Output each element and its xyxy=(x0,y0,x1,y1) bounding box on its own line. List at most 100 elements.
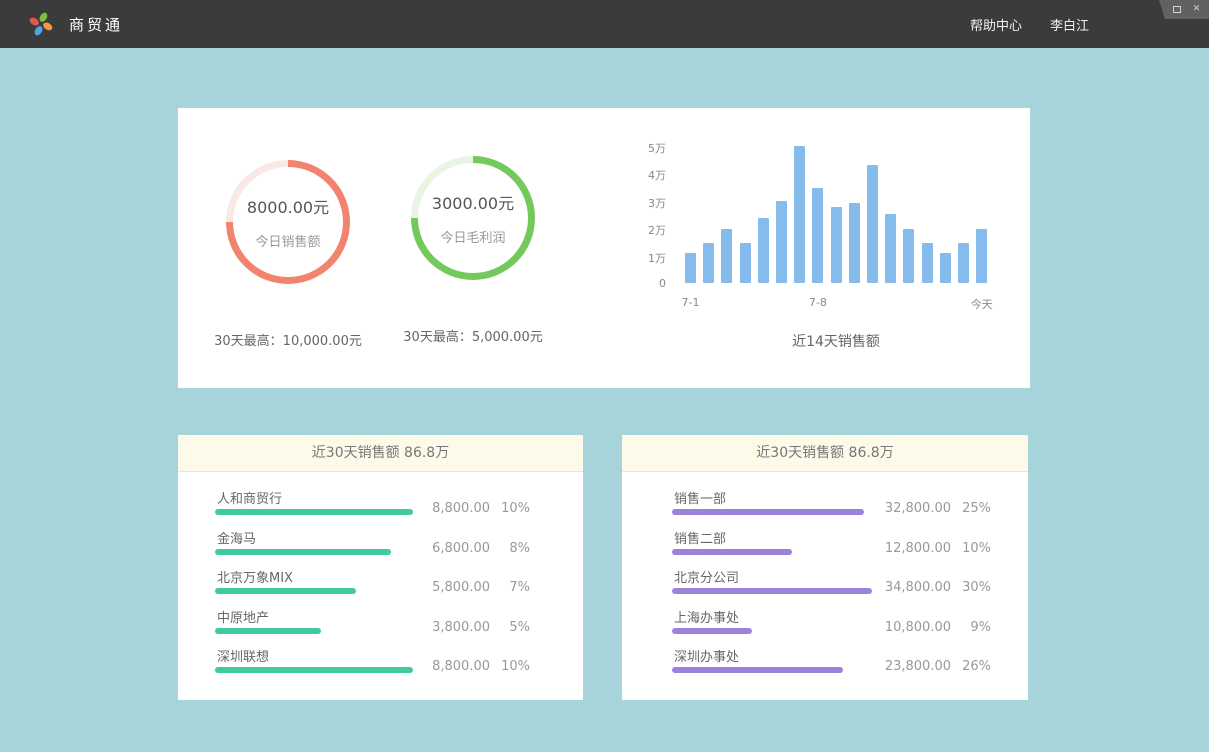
list-item-bar xyxy=(672,667,843,673)
daily-sales-bar xyxy=(922,243,933,283)
list-item-bar xyxy=(672,628,752,634)
list-item-numbers: 6,800.008% xyxy=(412,541,530,556)
list-item-numbers: 34,800.0030% xyxy=(873,580,991,595)
titlebar: 商贸通 帮助中心 李白江 ✕ xyxy=(0,0,1209,48)
list-item-bar xyxy=(215,509,413,515)
department-sales-ranking-panel: 近30天销售额 86.8万 销售一部32,800.0025%销售二部12,800… xyxy=(622,435,1028,700)
list-item-percent: 30% xyxy=(951,580,991,595)
list-item-value: 6,800.00 xyxy=(412,541,490,556)
list-item: 人和商贸行 8,800.0010% xyxy=(215,488,530,528)
today-sales-label: 今日销售额 xyxy=(255,231,320,250)
list-item-label: 上海办事处 xyxy=(674,607,739,626)
today-profit-30day-max: 30天最高：5,000.00元 xyxy=(403,326,542,345)
list-item-percent: 9% xyxy=(951,620,991,635)
daily-sales-bar xyxy=(940,253,951,283)
daily-sales-bar xyxy=(721,229,732,283)
list-item-value: 34,800.00 xyxy=(873,580,951,595)
list-item-label: 人和商贸行 xyxy=(217,488,282,507)
list-item-numbers: 8,800.0010% xyxy=(412,659,530,674)
list-item-value: 5,800.00 xyxy=(412,580,490,595)
username-link[interactable]: 李白江 xyxy=(1050,15,1089,34)
list-item-bar xyxy=(215,628,321,634)
list-item: 深圳办事处 23,800.0026% xyxy=(672,646,991,686)
list-item-value: 10,800.00 xyxy=(873,620,951,635)
list-item: 销售一部 32,800.0025% xyxy=(672,488,991,528)
list-item: 金海马6,800.008% xyxy=(215,528,530,568)
list-item-label: 深圳办事处 xyxy=(674,646,739,665)
y-axis-tick-label: 3万 xyxy=(633,195,666,211)
y-axis-tick-label: 0 xyxy=(633,277,666,290)
daily-sales-bar xyxy=(849,203,860,283)
list-item-value: 8,800.00 xyxy=(412,501,490,516)
list-item-value: 32,800.00 xyxy=(873,501,951,516)
x-axis-tick-label: 7-1 xyxy=(666,296,716,309)
list-item-percent: 25% xyxy=(951,501,991,516)
daily-sales-bar xyxy=(958,243,969,283)
today-sales-donut-block: 8000.00元 今日销售额 30天最高：10,000.00元 xyxy=(195,160,381,349)
list-item-value: 8,800.00 xyxy=(412,659,490,674)
department-ranking-list: 销售一部 32,800.0025% 销售二部12,800.0010%北京分公司 34,… xyxy=(622,473,1028,700)
list-item: 销售二部12,800.0010% xyxy=(672,528,991,568)
list-item-numbers: 8,800.0010% xyxy=(412,501,530,516)
list-item-value: 23,800.00 xyxy=(873,659,951,674)
list-item-bar xyxy=(215,667,413,673)
today-profit-donut-block: 3000.00元 今日毛利润 30天最高：5,000.00元 xyxy=(380,156,566,345)
list-item-bar xyxy=(672,588,872,594)
list-item-numbers: 10,800.009% xyxy=(873,620,991,635)
list-item-percent: 10% xyxy=(490,659,530,674)
list-item-bar xyxy=(672,549,792,555)
y-axis-tick-label: 2万 xyxy=(633,222,666,238)
daily-sales-bar xyxy=(885,214,896,283)
x-axis-tick-label: 今天 xyxy=(957,296,1007,312)
window-controls: ✕ xyxy=(1140,0,1209,19)
daily-sales-bar xyxy=(903,229,914,283)
help-center-link[interactable]: 帮助中心 xyxy=(970,15,1022,34)
list-item-numbers: 3,800.005% xyxy=(412,620,530,635)
list-item-percent: 10% xyxy=(951,541,991,556)
list-item-numbers: 12,800.0010% xyxy=(873,541,991,556)
today-sales-donut-chart: 8000.00元 今日销售额 xyxy=(226,160,350,284)
minimize-icon[interactable] xyxy=(1151,4,1162,15)
daily-sales-bar xyxy=(976,229,987,283)
pinwheel-logo-icon xyxy=(28,11,54,37)
list-item: 上海办事处 10,800.009% xyxy=(672,607,991,647)
list-item-value: 12,800.00 xyxy=(873,541,951,556)
list-item-numbers: 23,800.0026% xyxy=(873,659,991,674)
daily-sales-bar xyxy=(831,207,842,283)
list-item-percent: 8% xyxy=(490,541,530,556)
daily-sales-bar xyxy=(758,218,769,283)
today-profit-amount: 3000.00元 xyxy=(432,190,514,214)
today-profit-donut-chart: 3000.00元 今日毛利润 xyxy=(411,156,535,280)
maximize-icon[interactable] xyxy=(1171,4,1182,15)
daily-sales-bar xyxy=(740,243,751,283)
list-item-percent: 5% xyxy=(490,620,530,635)
today-profit-label: 今日毛利润 xyxy=(440,227,505,246)
list-item-label: 北京万象MIX xyxy=(217,567,293,586)
list-item-percent: 26% xyxy=(951,659,991,674)
list-item-numbers: 5,800.007% xyxy=(412,580,530,595)
list-item-label: 销售一部 xyxy=(674,488,726,507)
list-item: 北京分公司 34,800.0030% xyxy=(672,567,991,607)
customer-ranking-list: 人和商贸行8,800.0010%金海马6,800.008%北京万象MIX5,80… xyxy=(178,473,583,700)
daily-sales-chart: 近14天销售额 01万2万3万4万5万7-17-8今天 xyxy=(633,128,1013,373)
list-item-bar xyxy=(215,549,391,555)
y-axis-tick-label: 4万 xyxy=(633,167,666,183)
list-item-percent: 7% xyxy=(490,580,530,595)
list-item-label: 深圳联想 xyxy=(217,646,269,665)
customer-sales-ranking-panel: 近30天销售额 86.8万 人和商贸行8,800.0010%金海马6,800.0… xyxy=(178,435,583,700)
daily-sales-bar xyxy=(812,188,823,283)
list-item-bar xyxy=(215,588,356,594)
list-item-numbers: 32,800.0025% xyxy=(873,501,991,516)
daily-sales-chart-title: 近14天销售额 xyxy=(686,331,986,351)
today-overview-panel: 8000.00元 今日销售额 30天最高：10,000.00元 3000.00元… xyxy=(178,108,1030,388)
daily-sales-bar xyxy=(685,253,696,283)
customer-panel-title: 近30天销售额 86.8万 xyxy=(178,435,583,472)
list-item-label: 北京分公司 xyxy=(674,567,739,586)
dashboard-content: 8000.00元 今日销售额 30天最高：10,000.00元 3000.00元… xyxy=(0,48,1209,752)
list-item: 深圳联想 8,800.0010% xyxy=(215,646,530,686)
y-axis-tick-label: 5万 xyxy=(633,140,666,156)
daily-sales-bar xyxy=(776,201,787,284)
x-axis-tick-label: 7-8 xyxy=(793,296,843,309)
close-icon[interactable]: ✕ xyxy=(1191,4,1202,15)
today-sales-30day-max: 30天最高：10,000.00元 xyxy=(214,330,362,349)
